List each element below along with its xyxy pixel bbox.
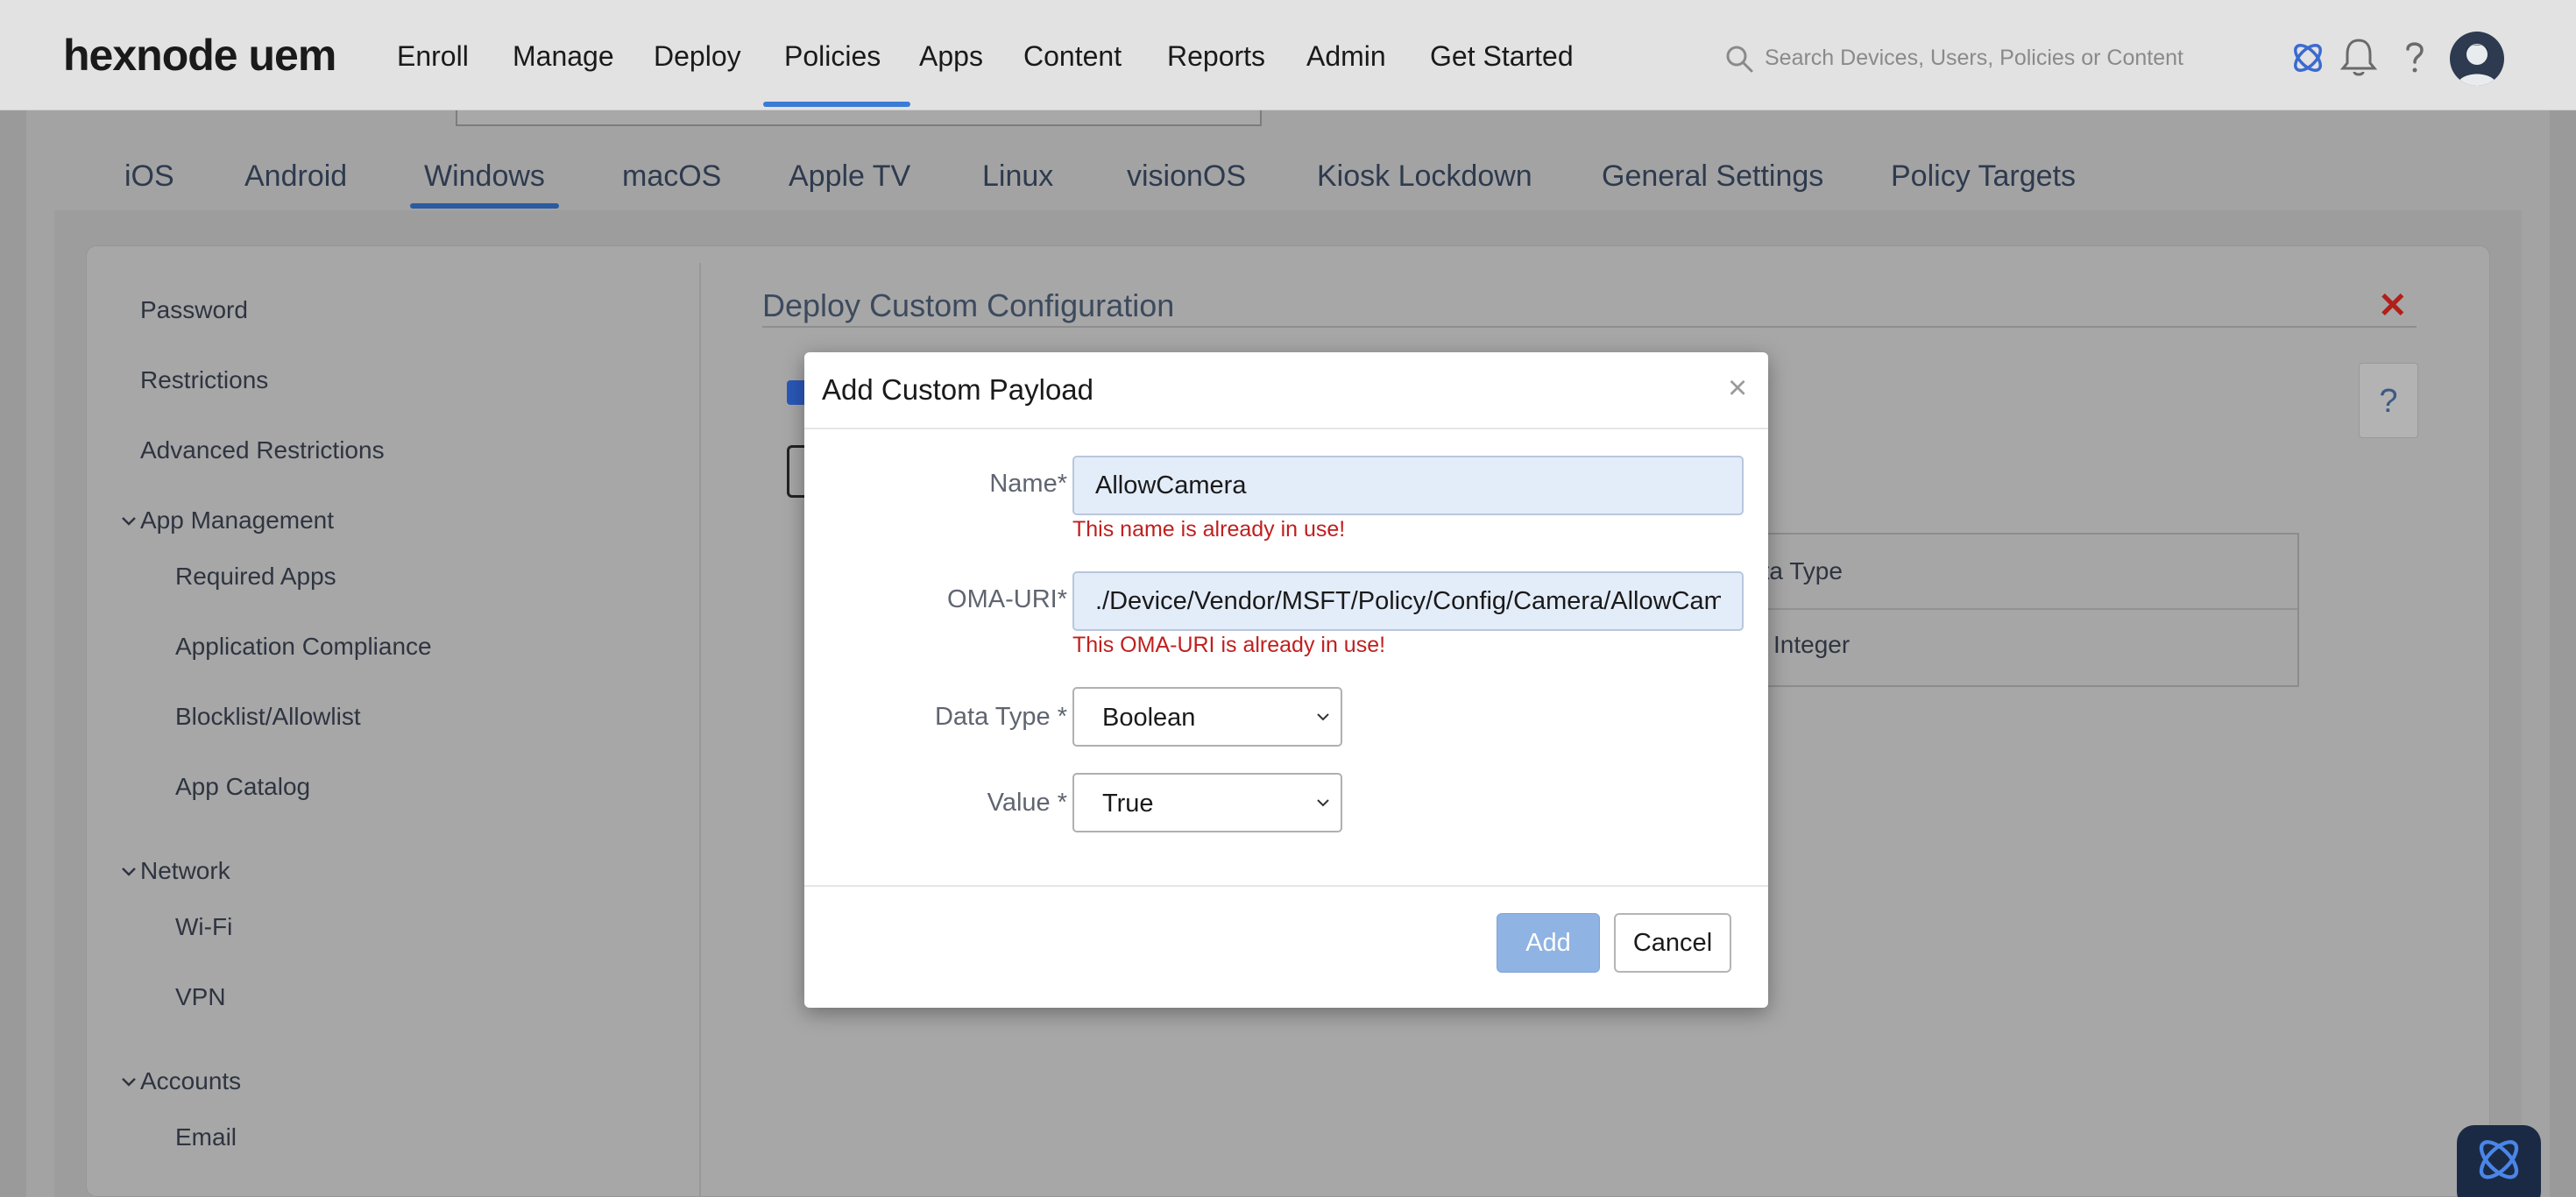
tab-macos[interactable]: macOS bbox=[622, 159, 721, 194]
sidebar-item-password[interactable]: Password bbox=[140, 296, 248, 324]
nav-content[interactable]: Content bbox=[1023, 40, 1122, 73]
table-cell-data-type: Integer bbox=[1773, 631, 1851, 658]
sidebar-item-blocklist-allowlist[interactable]: Blocklist/Allowlist bbox=[175, 703, 361, 731]
active-nav-indicator bbox=[763, 102, 910, 107]
nav-apps[interactable]: Apps bbox=[919, 40, 983, 73]
nav-deploy[interactable]: Deploy bbox=[654, 40, 741, 73]
tab-general-settings[interactable]: General Settings bbox=[1602, 159, 1823, 194]
active-os-tab-indicator bbox=[410, 203, 559, 209]
chevron-down-icon bbox=[1317, 713, 1329, 721]
table-row-divider bbox=[1719, 608, 2297, 610]
nav-admin[interactable]: Admin bbox=[1306, 40, 1386, 73]
tab-policy-targets[interactable]: Policy Targets bbox=[1891, 159, 2076, 194]
bell-icon[interactable] bbox=[2338, 35, 2380, 81]
name-field[interactable] bbox=[1072, 456, 1744, 515]
data-type-select[interactable]: Boolean bbox=[1072, 687, 1342, 747]
add-button[interactable]: Add bbox=[1497, 913, 1600, 973]
nav-get-started[interactable]: Get Started bbox=[1430, 40, 1574, 73]
sidebar-item-vpn[interactable]: VPN bbox=[175, 983, 226, 1011]
tab-visionos[interactable]: visionOS bbox=[1127, 159, 1246, 194]
section-title: Deploy Custom Configuration bbox=[762, 287, 1175, 323]
sidebar-item-email[interactable]: Email bbox=[175, 1123, 237, 1151]
chevron-down-icon[interactable] bbox=[121, 866, 137, 878]
tab-linux[interactable]: Linux bbox=[982, 159, 1053, 194]
data-type-label: Data Type * bbox=[934, 703, 1067, 731]
cancel-button[interactable]: Cancel bbox=[1614, 913, 1731, 973]
nav-reports[interactable]: Reports bbox=[1167, 40, 1265, 73]
oma-uri-field[interactable] bbox=[1072, 571, 1744, 631]
nav-enroll[interactable]: Enroll bbox=[397, 40, 469, 73]
name-error: This name is already in use! bbox=[1072, 517, 1346, 542]
tab-ios[interactable]: iOS bbox=[124, 159, 174, 194]
sidebar-item-restrictions[interactable]: Restrictions bbox=[140, 366, 268, 394]
tab-apple-tv[interactable]: Apple TV bbox=[789, 159, 910, 194]
name-label: Name* bbox=[989, 470, 1067, 498]
modal-header-divider bbox=[804, 428, 1768, 429]
sidebar-item-app-catalog[interactable]: App Catalog bbox=[175, 773, 310, 801]
tab-windows[interactable]: Windows bbox=[424, 159, 545, 194]
sidebar-item-wifi[interactable]: Wi-Fi bbox=[175, 913, 232, 941]
oma-uri-label: OMA-URI* bbox=[947, 585, 1067, 613]
help-icon[interactable] bbox=[2394, 35, 2436, 81]
sidebar-divider bbox=[699, 263, 701, 1197]
chat-widget-icon[interactable] bbox=[2457, 1125, 2541, 1197]
nav-manage[interactable]: Manage bbox=[513, 40, 614, 73]
modal-title: Add Custom Payload bbox=[822, 373, 1094, 406]
section-divider bbox=[762, 326, 2417, 328]
sidebar-item-application-compliance[interactable]: Application Compliance bbox=[175, 633, 432, 661]
global-search-input[interactable] bbox=[1765, 40, 2238, 75]
oma-uri-error: This OMA-URI is already in use! bbox=[1072, 633, 1386, 657]
add-custom-payload-modal: Add Custom Payload × Name* This name is … bbox=[804, 352, 1768, 1008]
sidebar-item-required-apps[interactable]: Required Apps bbox=[175, 563, 336, 591]
value-value: True bbox=[1102, 790, 1154, 818]
sidebar-group-app-management[interactable]: App Management bbox=[140, 506, 334, 535]
sidebar-group-network[interactable]: Network bbox=[140, 857, 230, 885]
description-textarea[interactable] bbox=[456, 110, 1262, 126]
sidebar-item-advanced-restrictions[interactable]: Advanced Restrictions bbox=[140, 436, 385, 464]
close-icon[interactable]: ✕ bbox=[2378, 286, 2408, 326]
tab-kiosk-lockdown[interactable]: Kiosk Lockdown bbox=[1317, 159, 1532, 194]
close-icon[interactable]: × bbox=[1728, 370, 1747, 407]
hexnode-logo[interactable]: hexnode uem bbox=[63, 30, 336, 81]
search-icon bbox=[1726, 46, 1753, 73]
tab-android[interactable]: Android bbox=[244, 159, 347, 194]
help-button[interactable]: ? bbox=[2359, 363, 2418, 438]
avatar[interactable] bbox=[2450, 32, 2504, 86]
value-select[interactable]: True bbox=[1072, 773, 1342, 832]
sidebar-group-accounts[interactable]: Accounts bbox=[140, 1067, 241, 1095]
chevron-down-icon bbox=[1317, 799, 1329, 807]
payload-table: ata Type Integer bbox=[1717, 533, 2299, 687]
top-navbar: hexnode uem Enroll Manage Deploy Policie… bbox=[0, 0, 2576, 110]
chevron-down-icon[interactable] bbox=[121, 515, 137, 528]
nav-policies[interactable]: Policies bbox=[784, 40, 881, 73]
hexnode-logo-icon[interactable] bbox=[2287, 35, 2329, 81]
modal-footer-divider bbox=[804, 885, 1768, 887]
value-label: Value * bbox=[987, 789, 1067, 817]
add-payload-button[interactable] bbox=[787, 445, 804, 498]
data-type-value: Boolean bbox=[1102, 704, 1196, 732]
chevron-down-icon[interactable] bbox=[121, 1076, 137, 1088]
